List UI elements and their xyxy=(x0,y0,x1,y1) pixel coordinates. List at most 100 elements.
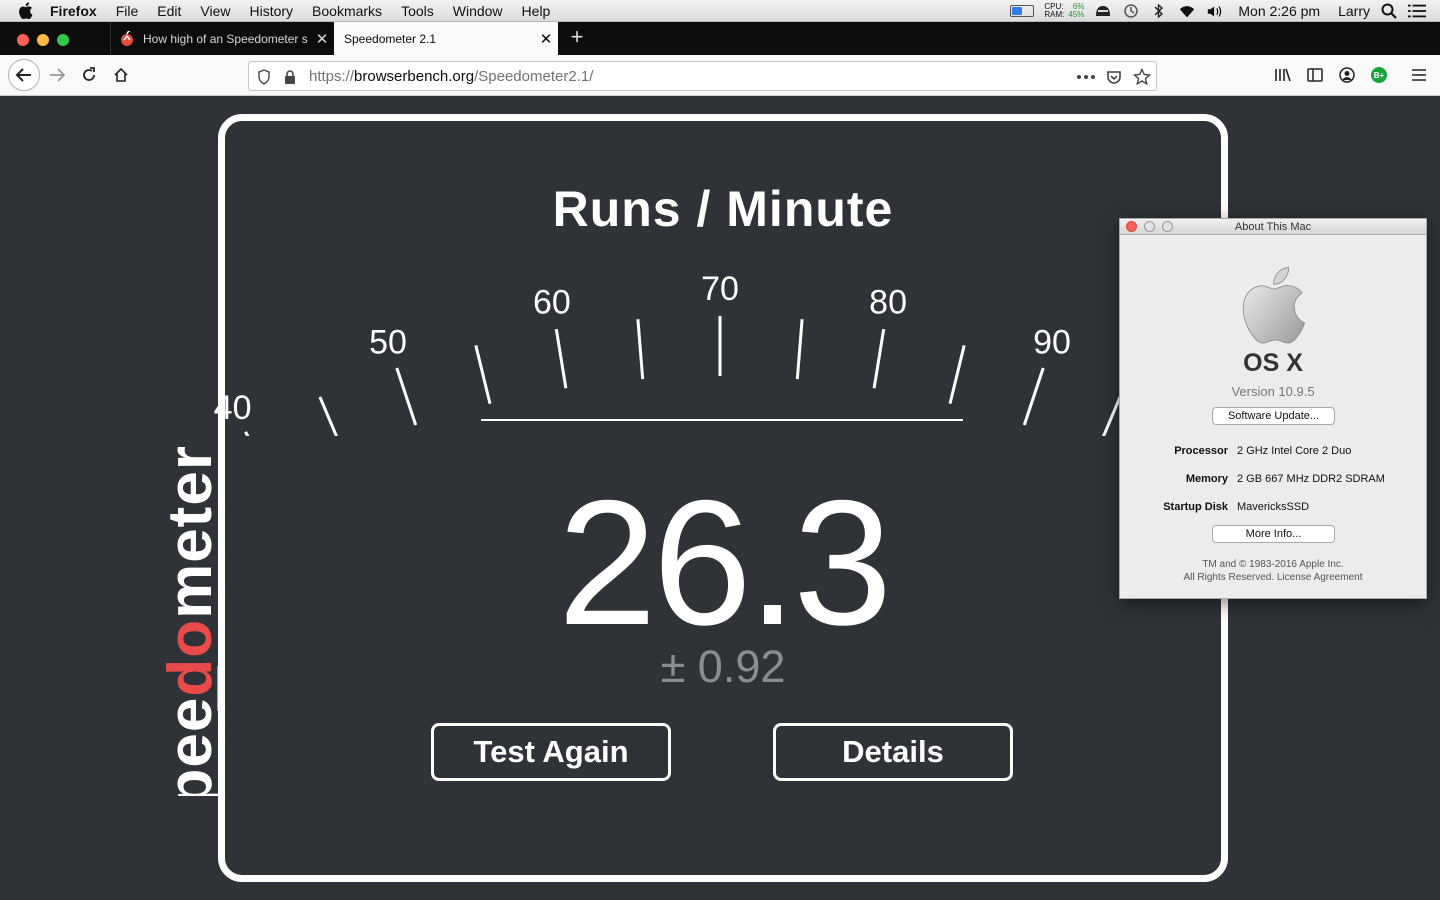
about-window-titlebar: About This Mac xyxy=(1120,219,1426,235)
gauge-tick xyxy=(636,319,645,380)
menu-tools[interactable]: Tools xyxy=(401,3,434,19)
apple-favicon-icon xyxy=(119,30,135,47)
window-minimize-button[interactable] xyxy=(37,34,49,46)
os-name: OS X xyxy=(1243,349,1303,377)
menu-bookmarks[interactable]: Bookmarks xyxy=(312,3,382,19)
url-path: /Speedometer2.1/ xyxy=(474,68,594,85)
sidebar-toggle-icon[interactable] xyxy=(1300,60,1330,90)
menubar-user[interactable]: Larry xyxy=(1338,3,1370,19)
back-button[interactable] xyxy=(8,59,40,91)
menu-window[interactable]: Window xyxy=(453,3,503,19)
window-zoom-button[interactable] xyxy=(57,34,69,46)
spec-value: MavericksSSD xyxy=(1237,501,1310,513)
reload-button[interactable] xyxy=(74,60,104,90)
library-icon[interactable] xyxy=(1268,60,1298,90)
gauge-ticks xyxy=(244,316,1122,436)
menu-help[interactable]: Help xyxy=(522,3,551,19)
rights-text[interactable]: All Rights Reserved. License Agreement xyxy=(1120,572,1426,583)
menu-app-firefox[interactable]: Firefox xyxy=(50,3,97,19)
menu-view[interactable]: View xyxy=(200,3,230,19)
spec-value: 2 GB 667 MHz DDR2 SDRAM xyxy=(1237,473,1385,485)
navigation-toolbar: https://browserbench.org/Speedometer2.1/… xyxy=(0,55,1440,96)
tab-speedometer[interactable]: Speedometer 2.1 ✕ xyxy=(334,22,558,55)
software-update-button[interactable]: Software Update... xyxy=(1212,407,1335,425)
menu-edit[interactable]: Edit xyxy=(157,3,181,19)
time-machine-icon[interactable] xyxy=(1122,2,1140,20)
spec-label: Startup Disk xyxy=(1163,501,1228,513)
url-text[interactable]: https://browserbench.org/Speedometer2.1/ xyxy=(309,68,593,85)
cpu-ram-monitor[interactable]: CPU: RAM: 6% 45% xyxy=(1044,3,1084,19)
gauge-tick xyxy=(244,431,250,436)
notification-list-icon[interactable] xyxy=(1408,2,1426,20)
test-again-button[interactable]: Test Again xyxy=(431,723,671,781)
gauge-tick xyxy=(795,319,804,380)
logo-text-suffix: meter xyxy=(156,445,225,619)
gauge-tick xyxy=(318,396,339,436)
gauge-labels: 0102030405060708090100110120130 xyxy=(214,270,1071,427)
menubar-clock[interactable]: Mon 2:26 pm xyxy=(1238,3,1320,19)
apple-logo-icon xyxy=(1242,266,1306,344)
tracking-protection-shield-icon[interactable] xyxy=(255,68,273,86)
ram-value: 45% xyxy=(1068,10,1085,19)
menu-history[interactable]: History xyxy=(249,3,293,19)
gauge-label: 80 xyxy=(869,283,907,321)
more-info-button[interactable]: More Info... xyxy=(1212,525,1335,543)
growl-icon[interactable] xyxy=(1094,2,1112,20)
gauge-tick xyxy=(395,367,418,426)
bluetooth-icon[interactable] xyxy=(1150,2,1168,20)
menu-file[interactable]: File xyxy=(116,3,139,19)
gauge-tick xyxy=(554,328,568,389)
wifi-icon[interactable] xyxy=(1178,2,1196,20)
copyright-text: TM and © 1983-2016 Apple Inc. xyxy=(1202,559,1344,570)
svg-text:speedometer: speedometer xyxy=(156,445,225,796)
tab-close-icon[interactable]: ✕ xyxy=(310,30,334,48)
lock-icon[interactable] xyxy=(281,68,299,86)
url-host: browserbench.org xyxy=(354,68,475,85)
gauge-tick xyxy=(872,328,886,389)
bookmark-star-icon[interactable] xyxy=(1133,68,1151,86)
gauge-label: 90 xyxy=(1033,323,1071,361)
tab-how-high-speedometer[interactable]: How high of an Speedometer s ✕ xyxy=(110,22,334,55)
gauge-tick xyxy=(1101,396,1122,436)
apple-menu-icon[interactable] xyxy=(18,2,36,20)
ram-label: RAM: xyxy=(1044,10,1065,19)
gauge-label: 60 xyxy=(533,283,571,321)
window-close-button[interactable] xyxy=(17,34,29,46)
details-button[interactable]: Details xyxy=(773,723,1013,781)
volume-icon[interactable] xyxy=(1206,2,1224,20)
os-version: Version 10.9.5 xyxy=(1231,384,1315,399)
gauge-label: 40 xyxy=(214,389,252,427)
tab-title: Speedometer 2.1 xyxy=(344,31,437,46)
battery-icon[interactable] xyxy=(1010,5,1035,17)
tab-title: How high of an Speedometer s xyxy=(143,31,308,46)
extension-badge[interactable]: B+ xyxy=(1364,60,1394,90)
extension-badge-label: B+ xyxy=(1371,67,1387,83)
about-window-title: About This Mac xyxy=(1234,221,1312,233)
score-margin: ± 0.92 xyxy=(660,641,786,692)
url-scheme: https:// xyxy=(309,68,355,85)
account-icon[interactable] xyxy=(1332,60,1362,90)
spec-value: 2 GHz Intel Core 2 Duo xyxy=(1237,445,1352,457)
gauge-tick xyxy=(948,345,966,405)
logo-text-accent: do xyxy=(156,619,225,697)
tab-close-icon[interactable]: ✕ xyxy=(534,30,558,48)
gauge-label: 50 xyxy=(369,323,407,361)
speedometer-gauge: 0102030405060708090100110120130 xyxy=(214,270,1122,436)
tab-strip: How high of an Speedometer s ✕ Speedomet… xyxy=(0,22,1440,55)
score-value: 26.3 xyxy=(557,463,892,662)
hamburger-menu-icon[interactable] xyxy=(1404,60,1434,90)
url-bar[interactable]: https://browserbench.org/Speedometer2.1/ xyxy=(248,61,1157,91)
about-this-mac-window: About This Mac OS X Version 10.9.5 Softw… xyxy=(1119,218,1427,599)
forward-button[interactable] xyxy=(42,60,72,90)
menu-extras: CPU: RAM: 6% 45% Mon 2:26 pm Larry xyxy=(1010,0,1426,22)
new-tab-plus-icon[interactable]: + xyxy=(566,26,588,50)
gauge-label: 70 xyxy=(701,270,739,308)
spec-label: Processor xyxy=(1174,445,1228,457)
menu-bar: Firefox File Edit View History Bookmarks… xyxy=(0,0,1440,22)
page-actions-ellipsis-icon[interactable] xyxy=(1077,68,1095,86)
pocket-icon[interactable] xyxy=(1105,68,1123,86)
gauge-tick xyxy=(1022,367,1045,426)
spotlight-search-icon[interactable] xyxy=(1380,2,1398,20)
logo-text-prefix: spee xyxy=(156,697,225,796)
home-button[interactable] xyxy=(106,60,136,90)
